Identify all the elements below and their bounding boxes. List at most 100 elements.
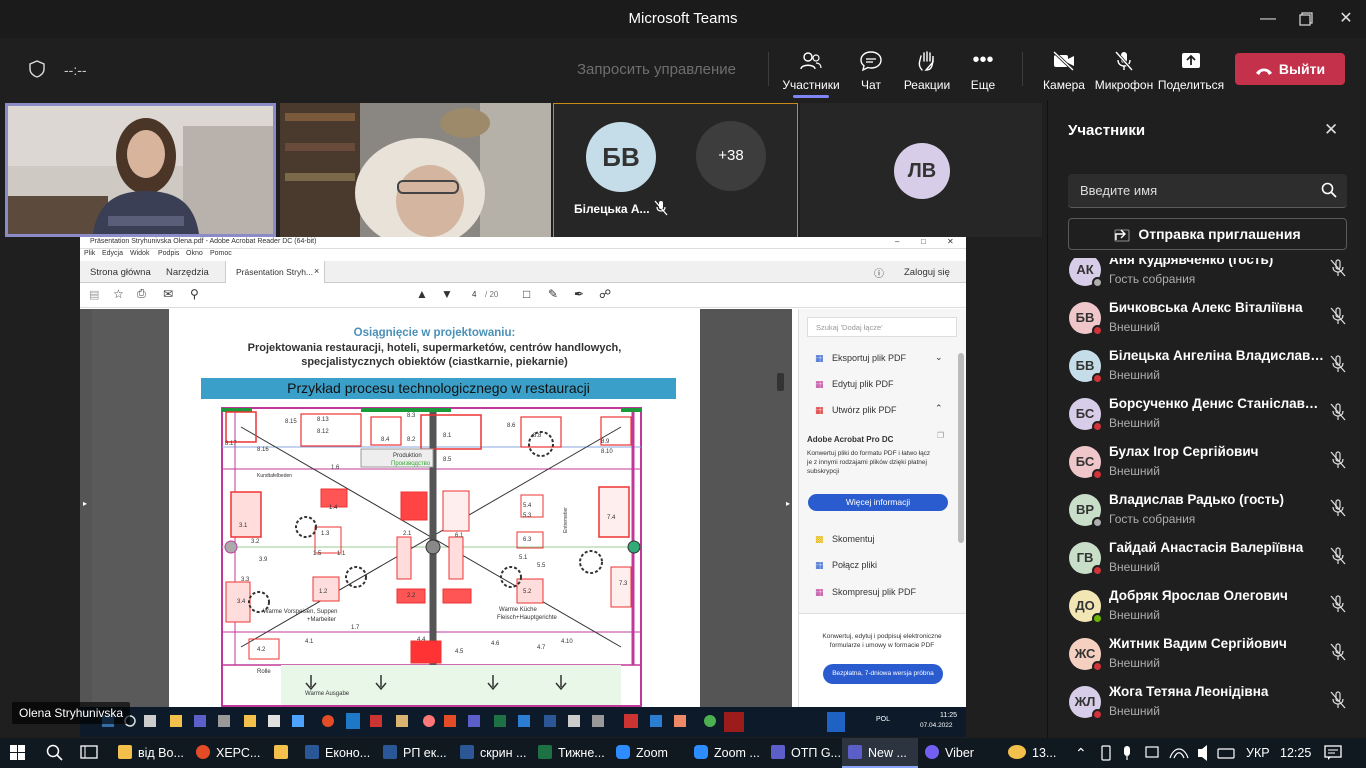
taskbar-app-zoom[interactable]: Zoom: [616, 738, 668, 768]
send-invitation-button[interactable]: Отправка приглашения: [1068, 218, 1347, 250]
participant-row[interactable]: ГВ Гайдай Анастасія Валеріївна Внешний: [1048, 536, 1366, 584]
task-view-icon[interactable]: [80, 738, 98, 768]
mic-button[interactable]: Микрофон: [1089, 50, 1159, 92]
participant-row[interactable]: ЖЛ Жога Тетяна Леонідівна Внешний: [1048, 680, 1366, 728]
tools-search-input[interactable]: Szukaj 'Dodaj łącze': [807, 317, 957, 337]
chevron-down-icon[interactable]: ⌄: [935, 352, 943, 363]
mic-off-icon[interactable]: [1329, 402, 1347, 422]
more-button[interactable]: ••• Еще: [948, 50, 1018, 92]
zoom-icon[interactable]: ⚲: [190, 287, 199, 301]
tool-combine[interactable]: Połącz pliki: [832, 560, 877, 570]
login-link[interactable]: Zaloguj się: [904, 267, 950, 278]
taskbar-app-viber[interactable]: Viber: [925, 738, 974, 768]
participant-row[interactable]: БВ Білецька Ангеліна Владиславів... Внешни…: [1048, 344, 1366, 392]
help-icon[interactable]: ⓘ: [874, 265, 884, 280]
taskbar-app-word[interactable]: скрин ...: [460, 738, 526, 768]
acrobat-maximize-icon[interactable]: □: [921, 237, 926, 246]
share-button[interactable]: Поделиться: [1156, 50, 1226, 92]
page-down-icon[interactable]: ▼: [441, 287, 453, 301]
video-tile-participant[interactable]: [280, 103, 551, 237]
mic-off-icon[interactable]: [1329, 690, 1347, 710]
participant-row[interactable]: ВР Владислав Радько (гость) Гость собрания: [1048, 488, 1366, 536]
participant-row[interactable]: АК Аня Кудрявченко (гость) Гость собрания: [1048, 258, 1366, 296]
participant-row[interactable]: БС Булах Ігор Сергійович Внешний: [1048, 440, 1366, 488]
taskbar-app-chrome[interactable]: ХЕРС...: [196, 738, 260, 768]
doc-scrollbar-thumb[interactable]: [777, 373, 784, 391]
mic-off-icon[interactable]: [1329, 450, 1347, 470]
close-panel-icon[interactable]: ✕: [1324, 120, 1338, 140]
tool-comment[interactable]: Skomentuj: [832, 534, 875, 544]
right-panel-toggle-icon[interactable]: ▸: [786, 499, 790, 508]
menu-item[interactable]: Plik: [84, 250, 95, 257]
tab-home[interactable]: Strona główna: [90, 267, 151, 278]
trial-button[interactable]: Bezpłatna, 7-dniowa wersja próbna: [823, 664, 943, 684]
participant-role: Гость собрания: [1109, 272, 1196, 286]
menu-item[interactable]: Podpis: [158, 250, 179, 257]
taskbar-app-excel[interactable]: Тижне...: [538, 738, 605, 768]
start-button[interactable]: [10, 738, 26, 768]
video-tile-presenter[interactable]: [5, 103, 276, 237]
tools-scrollbar-thumb[interactable]: [958, 353, 964, 543]
video-tile-group[interactable]: БВ +38 Білецька А...: [553, 103, 798, 239]
tool-edit-pdf[interactable]: Edytuj plik PDF: [832, 379, 894, 389]
page-number-input[interactable]: 4: [472, 290, 476, 299]
tab-tools[interactable]: Narzędzia: [166, 267, 209, 278]
taskbar-app-word[interactable]: Еконо...: [305, 738, 370, 768]
participant-search-input[interactable]: Введите имя: [1068, 174, 1347, 208]
tool-create-pdf[interactable]: Utwórz plik PDF: [832, 405, 897, 415]
video-tile-lv[interactable]: ЛВ: [800, 103, 1042, 237]
taskbar-app-zoom[interactable]: Zoom ...: [694, 738, 760, 768]
participant-row[interactable]: ЖС Житник Вадим Сергійович Внешний: [1048, 632, 1366, 680]
chevron-up-icon[interactable]: ⌃: [935, 403, 943, 414]
notifications-icon[interactable]: [1324, 738, 1342, 768]
taskbar-app-teams-active[interactable]: New ...: [842, 738, 918, 768]
comment-icon[interactable]: □: [523, 287, 530, 301]
left-panel-toggle-icon[interactable]: ▸: [83, 499, 87, 508]
tool-compress[interactable]: Skompresuj plik PDF: [832, 587, 916, 597]
leave-button[interactable]: Выйти: [1235, 53, 1345, 85]
mic-off-icon[interactable]: [1329, 594, 1347, 614]
mic-off-icon[interactable]: [1329, 354, 1347, 374]
taskbar-app-explorer[interactable]: від Во...: [118, 738, 184, 768]
tool-export-pdf[interactable]: Eksportuj plik PDF: [832, 353, 906, 363]
share-doc-icon[interactable]: ☍: [599, 287, 611, 301]
menu-item[interactable]: Pomoc: [210, 250, 232, 257]
mic-off-icon[interactable]: [1329, 306, 1347, 326]
weather-widget[interactable]: 13...: [1008, 738, 1056, 768]
chat-label: Чат: [861, 78, 881, 92]
participant-row[interactable]: ДО Добряк Ярослав Олегович Внешний: [1048, 584, 1366, 632]
menu-item[interactable]: Okno: [186, 250, 203, 257]
mic-off-icon[interactable]: [1329, 258, 1347, 278]
participant-row[interactable]: БВ Бичковська Алекс Віталіївна Внешний: [1048, 296, 1366, 344]
taskbar-app-teams[interactable]: ОТП G...: [771, 738, 841, 768]
more-participants-badge[interactable]: +38: [696, 121, 766, 191]
tab-document[interactable]: Präsentation Stryh... ×: [225, 261, 325, 283]
minimize-icon[interactable]: —: [1255, 6, 1281, 32]
menu-item[interactable]: Edycja: [102, 250, 123, 257]
save-icon[interactable]: ▤: [89, 288, 99, 301]
participant-row[interactable]: БС Борсученко Денис Станіславов... Внешний: [1048, 392, 1366, 440]
taskbar-app-generic[interactable]: [274, 738, 294, 768]
close-window-icon[interactable]: ✕: [1333, 6, 1359, 32]
tab-close-icon[interactable]: ×: [314, 266, 319, 276]
page-up-icon[interactable]: ▲: [416, 287, 428, 301]
acrobat-minimize-icon[interactable]: –: [895, 237, 899, 246]
print-icon[interactable]: ⎙: [137, 288, 146, 301]
mic-off-icon[interactable]: [1329, 642, 1347, 662]
search-taskbar-icon[interactable]: [46, 738, 64, 768]
clock[interactable]: 12:25: [1280, 738, 1311, 768]
maximize-icon[interactable]: [1293, 6, 1319, 32]
request-control-button[interactable]: Запросить управление: [577, 61, 736, 78]
sign-icon[interactable]: ✒: [574, 287, 584, 301]
acrobat-close-icon[interactable]: ✕: [947, 237, 954, 246]
star-icon[interactable]: ☆: [113, 287, 124, 301]
taskbar-app-word[interactable]: РП ек...: [383, 738, 447, 768]
pen-icon[interactable]: ✎: [548, 287, 558, 301]
mail-icon[interactable]: ✉: [163, 287, 173, 301]
chevron-up-icon[interactable]: ⌃: [1075, 738, 1087, 768]
mic-off-icon[interactable]: [1329, 498, 1347, 518]
keyboard-language[interactable]: УКР: [1246, 738, 1270, 768]
menu-item[interactable]: Widok: [130, 250, 149, 257]
pro-more-info-button[interactable]: Więcej informacji: [808, 494, 948, 511]
mic-off-icon[interactable]: [1329, 546, 1347, 566]
